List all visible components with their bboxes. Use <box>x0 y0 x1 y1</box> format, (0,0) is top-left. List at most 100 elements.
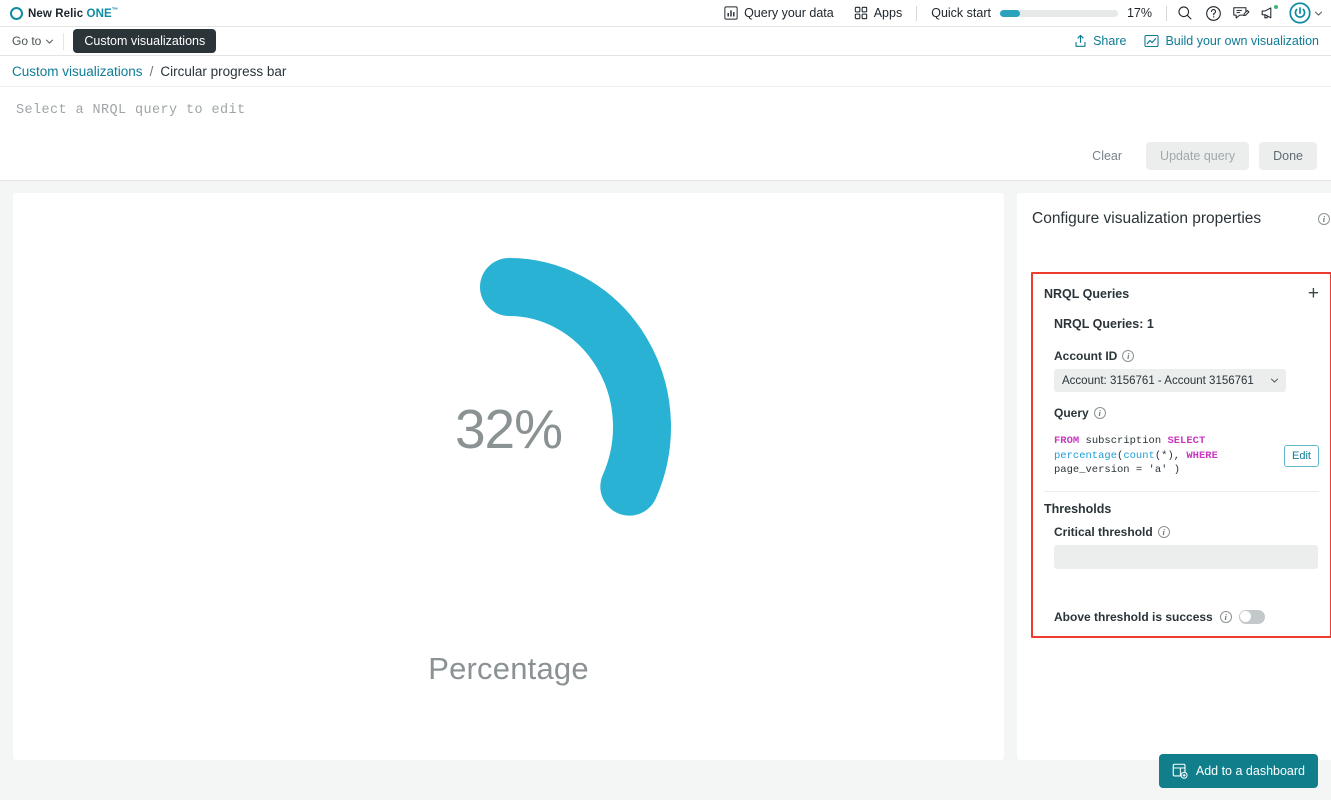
new-relic-logo-icon <box>10 6 23 20</box>
feedback-note-icon <box>1233 6 1250 19</box>
quick-start-label: Quick start <box>931 5 991 20</box>
breadcrumb-separator: / <box>149 63 154 79</box>
nrql-queries-group-header: NRQL Queries + <box>1044 284 1319 303</box>
nrql-query-editor[interactable]: Select a NRQL query to edit Clear Update… <box>0 86 1331 181</box>
account-id-select[interactable]: Account: 3156761 - Account 3156761 <box>1054 369 1286 392</box>
quick-start-progress-track <box>999 9 1118 17</box>
chevron-down-icon <box>46 39 54 44</box>
info-circle-icon[interactable]: i <box>1122 350 1135 362</box>
configure-properties-panel: Configure visualization properties i NRQ… <box>1017 193 1331 760</box>
tab-custom-visualizations[interactable]: Custom visualizations <box>73 29 217 53</box>
dashboard-plus-icon <box>1172 763 1188 779</box>
share-label: Share <box>1093 34 1127 48</box>
brand-name-text: New Relic <box>28 7 84 20</box>
clear-button[interactable]: Clear <box>1078 142 1136 170</box>
gauge-arc-container: 32% <box>344 255 674 603</box>
chevron-down-icon <box>1270 378 1279 383</box>
info-circle-icon[interactable]: i <box>1157 525 1170 538</box>
subnav-actions: Share Build your own visualization <box>1074 34 1319 48</box>
line-chart-icon <box>1144 34 1160 48</box>
edit-query-button[interactable]: Edit <box>1284 445 1319 467</box>
critical-threshold-label: Critical threshold <box>1054 524 1153 539</box>
quick-start-progress-fill <box>999 9 1021 17</box>
thresholds-heading: Thresholds <box>1044 501 1112 516</box>
breadcrumb-current: Circular progress bar <box>160 63 287 79</box>
query-label: Query <box>1054 406 1089 420</box>
above-threshold-label: Above threshold is success <box>1054 609 1213 624</box>
nav-divider <box>916 5 918 21</box>
chevron-down-icon <box>1314 11 1323 16</box>
info-circle-icon[interactable]: i <box>1219 610 1232 623</box>
panel-title: Configure visualization properties <box>1032 210 1262 227</box>
info-circle-icon[interactable]: i <box>1317 213 1330 225</box>
subnav-divider <box>63 32 65 50</box>
query-field-block: Query i FROM subscription SELECT percent… <box>1054 406 1319 478</box>
update-query-button[interactable]: Update query <box>1146 142 1250 170</box>
grid-apps-icon <box>854 6 867 20</box>
above-threshold-row: Above threshold is success i <box>1054 609 1319 624</box>
visualization-preview-card: 32% Percentage <box>13 193 1004 760</box>
account-id-label-row: Account ID i <box>1054 349 1319 363</box>
top-nav-actions: Query your data Apps Quick start 17% <box>714 0 1323 27</box>
add-to-dashboard-label: Add to a dashboard <box>1195 764 1305 778</box>
nrql-queries-highlighted-section: NRQL Queries + NRQL Queries: 1 Account I… <box>1031 272 1331 638</box>
build-visualization-button[interactable]: Build your own visualization <box>1144 34 1319 48</box>
share-upload-icon <box>1075 34 1086 47</box>
info-circle-icon[interactable]: i <box>1093 407 1106 419</box>
nrql-query-text: FROM subscription SELECT percentage(coun… <box>1054 435 1218 476</box>
nrql-queries-body: NRQL Queries: 1 Account ID i Account: 31… <box>1044 317 1319 478</box>
bar-chart-icon <box>724 6 738 20</box>
query-value-row: FROM subscription SELECT percentage(coun… <box>1054 434 1319 478</box>
toggle-knob <box>1240 611 1252 622</box>
apps-label: Apps <box>873 5 903 20</box>
thresholds-body: Critical threshold i Above threshold is … <box>1044 525 1319 624</box>
help-circle-icon <box>1205 5 1221 21</box>
panel-header: Configure visualization properties i <box>1031 210 1331 228</box>
query-label-row: Query i <box>1054 406 1319 420</box>
user-avatar-icon <box>1289 2 1311 24</box>
share-button[interactable]: Share <box>1074 34 1126 48</box>
brand-logo[interactable]: New Relic ONE™ <box>10 6 118 20</box>
account-id-value: Account: 3156761 - Account 3156761 <box>1062 374 1254 387</box>
section-divider <box>1044 490 1319 492</box>
go-to-label: Go to <box>12 34 42 48</box>
brand-tm-text: ™ <box>111 6 119 14</box>
search-icon <box>1178 6 1192 20</box>
nrql-query-input[interactable]: Select a NRQL query to edit <box>16 103 1315 118</box>
plus-icon[interactable]: + <box>1308 284 1319 303</box>
add-to-dashboard-button[interactable]: Add to a dashboard <box>1158 754 1318 788</box>
announcements-badge <box>1273 3 1279 10</box>
help-button[interactable] <box>1199 0 1227 27</box>
account-id-label: Account ID <box>1054 349 1118 363</box>
build-visualization-label: Build your own visualization <box>1165 34 1319 48</box>
quick-start-percent: 17% <box>1126 5 1152 20</box>
go-to-menu[interactable]: Go to <box>12 34 54 48</box>
above-threshold-toggle[interactable] <box>1238 609 1265 624</box>
query-your-data-button[interactable]: Query your data <box>714 0 844 27</box>
announcements-button[interactable] <box>1255 0 1283 27</box>
top-navigation-bar: New Relic ONE™ Query your data Apps Quic… <box>0 0 1331 27</box>
nrql-queries-count: NRQL Queries: 1 <box>1054 317 1154 331</box>
critical-threshold-input[interactable] <box>1054 544 1318 569</box>
main-content: 32% Percentage Configure visualization p… <box>0 181 1331 799</box>
sub-navigation-bar: Go to Custom visualizations Share Build … <box>0 27 1331 56</box>
critical-threshold-label-row: Critical threshold i <box>1054 525 1319 539</box>
feedback-button[interactable] <box>1227 0 1255 27</box>
search-button[interactable] <box>1171 0 1199 27</box>
breadcrumb-root-link[interactable]: Custom visualizations <box>12 64 143 79</box>
query-editor-actions: Clear Update query Done <box>1078 142 1317 170</box>
nav-divider-2 <box>1166 5 1167 21</box>
user-menu-button[interactable] <box>1283 2 1323 24</box>
circular-progress-chart: 32% Percentage <box>13 193 1004 760</box>
quick-start-progress[interactable]: Quick start 17% <box>921 0 1162 27</box>
gauge-title-label: Percentage <box>428 650 589 686</box>
brand-one-text: ONE <box>86 7 112 20</box>
thresholds-section: Thresholds Critical threshold i Above th… <box>1044 502 1319 624</box>
gauge-value-label: 32% <box>454 397 563 460</box>
breadcrumb: Custom visualizations / Circular progres… <box>0 56 1331 86</box>
apps-button[interactable]: Apps <box>844 0 913 27</box>
brand-name: New Relic ONE™ <box>28 7 118 20</box>
query-your-data-label: Query your data <box>744 5 834 20</box>
nrql-editor-inner: Select a NRQL query to edit <box>0 87 1331 118</box>
done-button[interactable]: Done <box>1259 142 1317 170</box>
